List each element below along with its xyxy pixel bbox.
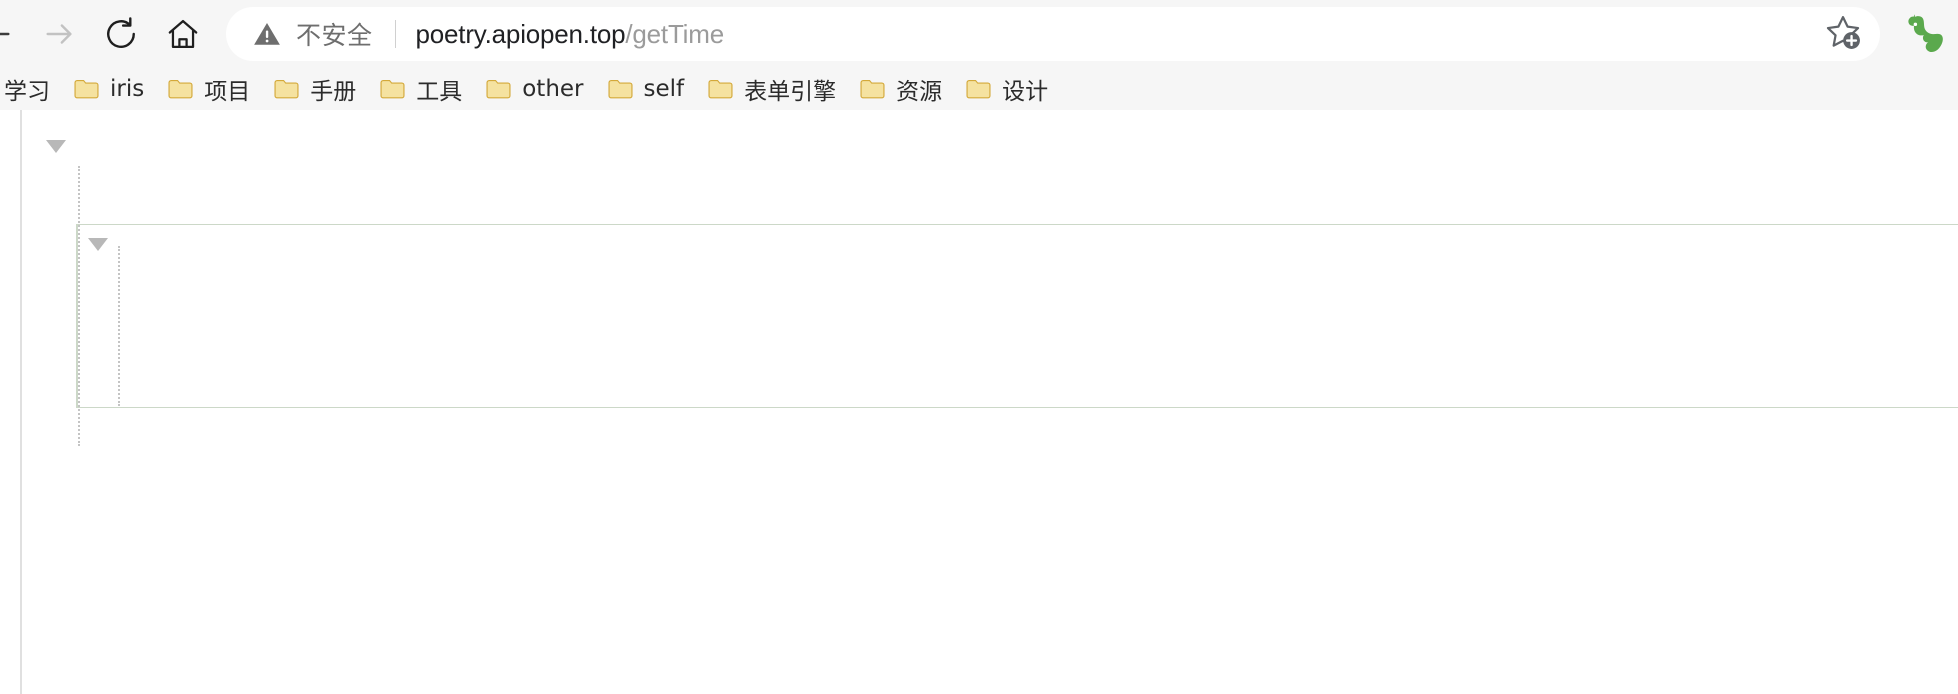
bookmark-label: 设计 bbox=[1002, 79, 1049, 105]
url-path: /getTime bbox=[625, 18, 724, 49]
bookmark-label: 表单引擎 bbox=[744, 79, 837, 105]
bookmark-label: 手册 bbox=[310, 79, 357, 105]
page-left-rail bbox=[0, 110, 22, 694]
bookmarks-bar: 学习 iris 项目 手册 工具 other self 表单引擎 资源 设计 bbox=[0, 68, 1958, 110]
folder-icon bbox=[274, 79, 299, 99]
bookmark-item-0[interactable]: 学习 bbox=[0, 72, 60, 106]
browser-toolbar: 不安全 poetry.apiopen.top/getTime bbox=[0, 0, 1958, 68]
reload-icon bbox=[103, 16, 139, 52]
bookmark-label: 项目 bbox=[204, 79, 251, 105]
result-hover-highlight bbox=[76, 224, 1958, 408]
folder-icon bbox=[607, 79, 633, 99]
folder-icon bbox=[708, 79, 733, 99]
bookmark-item-9[interactable]: 设计 bbox=[956, 72, 1058, 106]
folder-icon bbox=[380, 79, 405, 99]
indent-guide-result bbox=[118, 246, 120, 406]
extension-button-evernote[interactable] bbox=[1894, 4, 1954, 64]
bookmark-label: iris bbox=[110, 76, 145, 102]
collapse-triangle-root[interactable] bbox=[46, 140, 66, 153]
folder-icon bbox=[74, 79, 99, 99]
url-host: poetry.apiopen.top bbox=[415, 18, 626, 49]
browser-chrome: 不安全 poetry.apiopen.top/getTime 学习 iris 项… bbox=[0, 0, 1958, 110]
home-button[interactable] bbox=[152, 3, 214, 65]
star-plus-icon bbox=[1824, 13, 1862, 56]
indent-guide-root bbox=[78, 166, 80, 446]
forward-arrow-icon bbox=[42, 17, 76, 51]
bookmark-item-7[interactable]: 表单引擎 bbox=[698, 72, 846, 106]
bookmark-item-2[interactable]: 项目 bbox=[158, 72, 260, 106]
json-code-block: { "code" : 200 , "message" : "成功!" , "re… bbox=[24, 126, 1958, 694]
evernote-elephant-icon bbox=[1901, 9, 1947, 60]
bookmark-item-6[interactable]: self bbox=[598, 72, 695, 106]
folder-icon bbox=[966, 79, 991, 99]
collapse-triangle-result[interactable] bbox=[88, 238, 108, 251]
bookmark-label: self bbox=[643, 76, 685, 102]
bookmark-label: 学习 bbox=[4, 79, 50, 105]
bookmark-label: 资源 bbox=[896, 79, 943, 105]
back-button[interactable] bbox=[0, 3, 28, 65]
bookmark-item-3[interactable]: 手册 bbox=[264, 72, 366, 106]
reload-button[interactable] bbox=[90, 3, 152, 65]
forward-button[interactable] bbox=[28, 3, 90, 65]
folder-icon bbox=[168, 79, 193, 99]
not-secure-warning-icon[interactable] bbox=[252, 19, 282, 49]
bookmark-star-button[interactable] bbox=[1816, 7, 1870, 61]
bookmark-item-1[interactable]: iris bbox=[64, 72, 154, 106]
bookmark-item-5[interactable]: other bbox=[476, 72, 593, 106]
address-bar[interactable]: 不安全 poetry.apiopen.top/getTime bbox=[226, 7, 1880, 61]
omnibox-divider bbox=[394, 20, 396, 48]
url-display[interactable]: poetry.apiopen.top/getTime bbox=[416, 19, 1816, 50]
back-arrow-icon bbox=[0, 17, 14, 51]
home-icon bbox=[165, 16, 201, 52]
folder-icon bbox=[860, 79, 885, 99]
page-content-area: { "code" : 200 , "message" : "成功!" , "re… bbox=[0, 110, 1958, 694]
json-viewer[interactable]: { "code" : 200 , "message" : "成功!" , "re… bbox=[24, 110, 1958, 694]
not-secure-label: 不安全 bbox=[296, 21, 373, 50]
bookmark-item-8[interactable]: 资源 bbox=[850, 72, 952, 106]
folder-icon bbox=[486, 79, 511, 99]
bookmark-label: 工具 bbox=[416, 79, 463, 105]
bookmark-label: other bbox=[522, 76, 584, 102]
bookmark-item-4[interactable]: 工具 bbox=[370, 72, 472, 106]
